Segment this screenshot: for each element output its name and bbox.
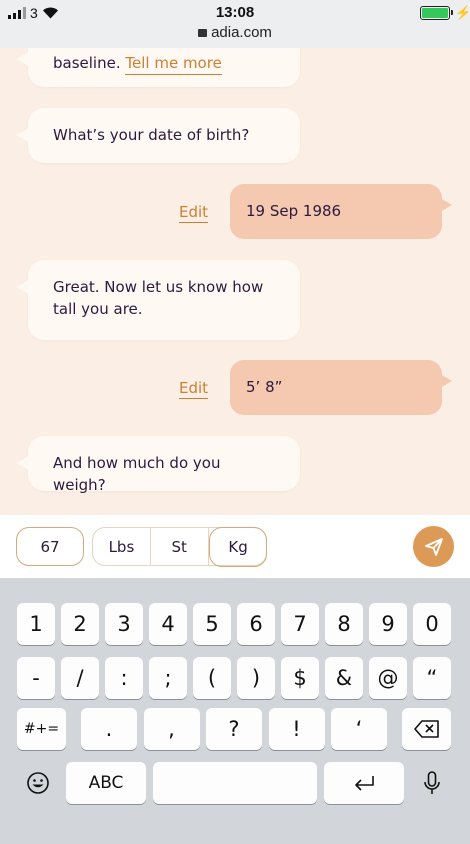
return-icon: [355, 776, 374, 791]
bot-message-height: Great. Now let us know how tall you are.: [16, 260, 300, 340]
send-icon: [424, 537, 443, 556]
clock: 13:08: [215, 4, 255, 21]
edit-dob-button[interactable]: Edit: [179, 203, 209, 223]
symbols-key[interactable]: #+=: [17, 708, 66, 750]
numeric-keyboard: 1234567890 - /:;() $ & @ “ #+= .,?! ‘ ABC: [0, 578, 470, 844]
microphone-icon: [424, 771, 440, 794]
unit-option-st[interactable]: St: [151, 528, 209, 565]
key[interactable]: 7: [281, 603, 319, 645]
weight-input[interactable]: 67: [16, 527, 84, 566]
message-text: Great. Now let us know how tall you are.: [53, 278, 264, 318]
key[interactable]: :: [105, 657, 143, 699]
key[interactable]: $: [281, 657, 319, 699]
key[interactable]: .: [81, 708, 137, 750]
key[interactable]: 2: [61, 603, 99, 645]
message-text: And how much do you weigh?: [53, 454, 221, 494]
battery-icon: [420, 6, 453, 20]
chat-thread: baseline. Tell me more What’s your date …: [0, 48, 470, 515]
message-text: 19 Sep 1986: [246, 202, 342, 220]
key[interactable]: /: [61, 657, 99, 699]
abc-key[interactable]: ABC: [66, 762, 146, 804]
backspace-key[interactable]: [402, 708, 451, 750]
key[interactable]: 5: [193, 603, 231, 645]
key[interactable]: “: [413, 657, 451, 699]
emoji-icon: [27, 772, 49, 794]
send-button[interactable]: [413, 526, 454, 567]
lock-icon: [198, 29, 208, 37]
key[interactable]: 6: [237, 603, 275, 645]
unit-option-lbs[interactable]: Lbs: [93, 528, 151, 565]
key[interactable]: ;: [149, 657, 187, 699]
key[interactable]: 8: [325, 603, 363, 645]
key[interactable]: ,: [143, 708, 200, 750]
key[interactable]: 4: [149, 603, 187, 645]
user-message-height: 5’ 8”: [230, 360, 452, 415]
key[interactable]: 3: [105, 603, 143, 645]
bot-message-partial: baseline. Tell me more: [16, 48, 300, 87]
key[interactable]: ?: [206, 708, 262, 750]
unit-option-kg[interactable]: Kg: [208, 526, 268, 567]
unit-selector: Lbs St Kg: [92, 526, 268, 567]
charging-icon: ⚡: [455, 5, 470, 20]
key[interactable]: (: [193, 657, 231, 699]
bot-message-weight: And how much do you weigh?: [16, 436, 300, 494]
key[interactable]: -: [17, 657, 55, 699]
key[interactable]: !: [268, 708, 325, 750]
url-text: adia.com: [211, 24, 272, 41]
bot-message-dob: What’s your date of birth?: [16, 108, 300, 163]
return-key[interactable]: [324, 762, 404, 804]
key[interactable]: ): [237, 657, 275, 699]
dictation-key[interactable]: [411, 762, 453, 804]
url-bar[interactable]: adia.com: [0, 24, 470, 41]
key[interactable]: @: [369, 657, 407, 699]
answer-input-bar: 67 Lbs St Kg: [0, 515, 470, 578]
key[interactable]: 9: [369, 603, 407, 645]
tell-me-more-link[interactable]: Tell me more: [125, 54, 222, 75]
emoji-key[interactable]: [17, 762, 59, 804]
status-bar: 3 13:08 adia.com ⚡: [0, 0, 470, 48]
message-text: baseline.: [53, 54, 121, 72]
edit-height-button[interactable]: Edit: [179, 379, 209, 399]
key[interactable]: 1: [17, 603, 55, 645]
key[interactable]: 0: [413, 603, 451, 645]
message-text: 5’ 8”: [246, 378, 283, 396]
key[interactable]: ‘: [331, 708, 387, 750]
message-text: What’s your date of birth?: [53, 126, 250, 144]
backspace-icon: [413, 720, 439, 738]
space-key[interactable]: [153, 762, 317, 804]
user-message-dob: 19 Sep 1986: [230, 184, 452, 239]
key[interactable]: &: [325, 657, 363, 699]
